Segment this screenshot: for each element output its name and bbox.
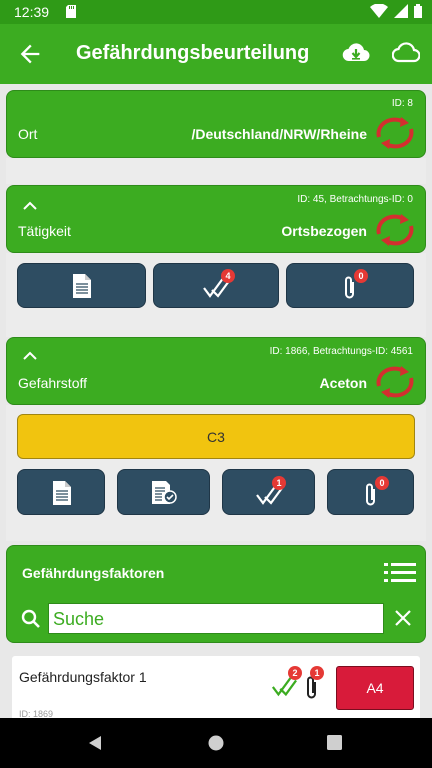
- list-icon[interactable]: [384, 562, 416, 584]
- back-nav-icon[interactable]: [87, 735, 103, 751]
- sync-icon[interactable]: [375, 115, 415, 151]
- taetigkeit-document-button[interactable]: [17, 263, 146, 308]
- chevron-up-icon[interactable]: [21, 348, 39, 362]
- chevron-up-icon[interactable]: [21, 198, 39, 212]
- gefahrstoff-card: ID: 1866, Betrachtungs-ID: 4561 Gefahrst…: [6, 337, 426, 405]
- sync-icon[interactable]: [375, 212, 415, 248]
- taetigkeit-check-button[interactable]: 4: [153, 263, 279, 308]
- rating-button[interactable]: A4: [336, 666, 414, 710]
- faktoren-title: Gefährdungsfaktoren: [22, 565, 165, 581]
- signal-icon: [394, 4, 408, 18]
- sync-icon[interactable]: [375, 364, 415, 400]
- taetigkeit-label: Tätigkeit: [18, 223, 71, 239]
- battery-icon: [414, 4, 422, 18]
- sd-card-icon: [66, 5, 76, 21]
- document-icon: [73, 274, 91, 298]
- check-badge: 4: [221, 269, 235, 283]
- wifi-icon: [370, 4, 388, 18]
- gefahrstoff-check-button[interactable]: 1: [222, 469, 315, 515]
- app-bar: Gefährdungsbeurteilung: [0, 24, 432, 84]
- gefahrstoff-sheet-button[interactable]: [117, 469, 210, 515]
- gefahrstoff-attachment-button[interactable]: 0: [327, 469, 414, 515]
- approved-document-icon: [152, 481, 177, 504]
- navigation-bar: [0, 718, 432, 768]
- cloud-download-icon[interactable]: [342, 41, 370, 65]
- cloud-icon[interactable]: [392, 41, 420, 65]
- document-icon: [53, 481, 71, 505]
- taetigkeit-attachment-button[interactable]: 0: [286, 263, 414, 308]
- search-icon: [21, 609, 40, 628]
- taetigkeit-card: ID: 45, Betrachtungs-ID: 0 Tätigkeit Ort…: [6, 185, 426, 253]
- attachment-badge: 0: [354, 269, 368, 283]
- gefahrstoff-value: Aceton: [319, 375, 367, 391]
- ort-value: /Deutschland/NRW/Rheine: [191, 126, 367, 142]
- back-arrow-icon[interactable]: [16, 40, 44, 68]
- search-input[interactable]: Suche: [48, 603, 384, 634]
- gefahrstoff-label: Gefahrstoff: [18, 375, 88, 391]
- gefahrstoff-document-button[interactable]: [17, 469, 105, 515]
- ort-id: ID: 8: [391, 98, 413, 109]
- attachment-badge: 1: [310, 666, 324, 680]
- home-nav-icon[interactable]: [208, 735, 224, 751]
- factor-name: Gefährdungsfaktor 1: [19, 669, 147, 685]
- attachment-badge: 0: [375, 476, 389, 490]
- recents-nav-icon[interactable]: [327, 735, 342, 750]
- gefahrstoff-id: ID: 1866, Betrachtungs-ID: 4561: [269, 346, 413, 357]
- ort-card: ID: 8 Ort /Deutschland/NRW/Rheine: [6, 90, 426, 158]
- ort-label: Ort: [18, 126, 38, 142]
- close-icon[interactable]: [394, 609, 412, 627]
- ort-panel-gap: [6, 158, 426, 184]
- classification-bar[interactable]: C3: [17, 414, 415, 459]
- check-badge: 2: [288, 666, 302, 680]
- status-time: 12:39: [14, 4, 50, 20]
- taetigkeit-value: Ortsbezogen: [281, 223, 367, 239]
- page-title: Gefährdungsbeurteilung: [76, 42, 310, 64]
- check-badge: 1: [272, 476, 286, 490]
- taetigkeit-id: ID: 45, Betrachtungs-ID: 0: [297, 194, 413, 205]
- list-item[interactable]: Gefährdungsfaktor 1 ID: 1869 2 1 A4: [12, 656, 420, 726]
- status-bar: 12:39: [0, 0, 432, 24]
